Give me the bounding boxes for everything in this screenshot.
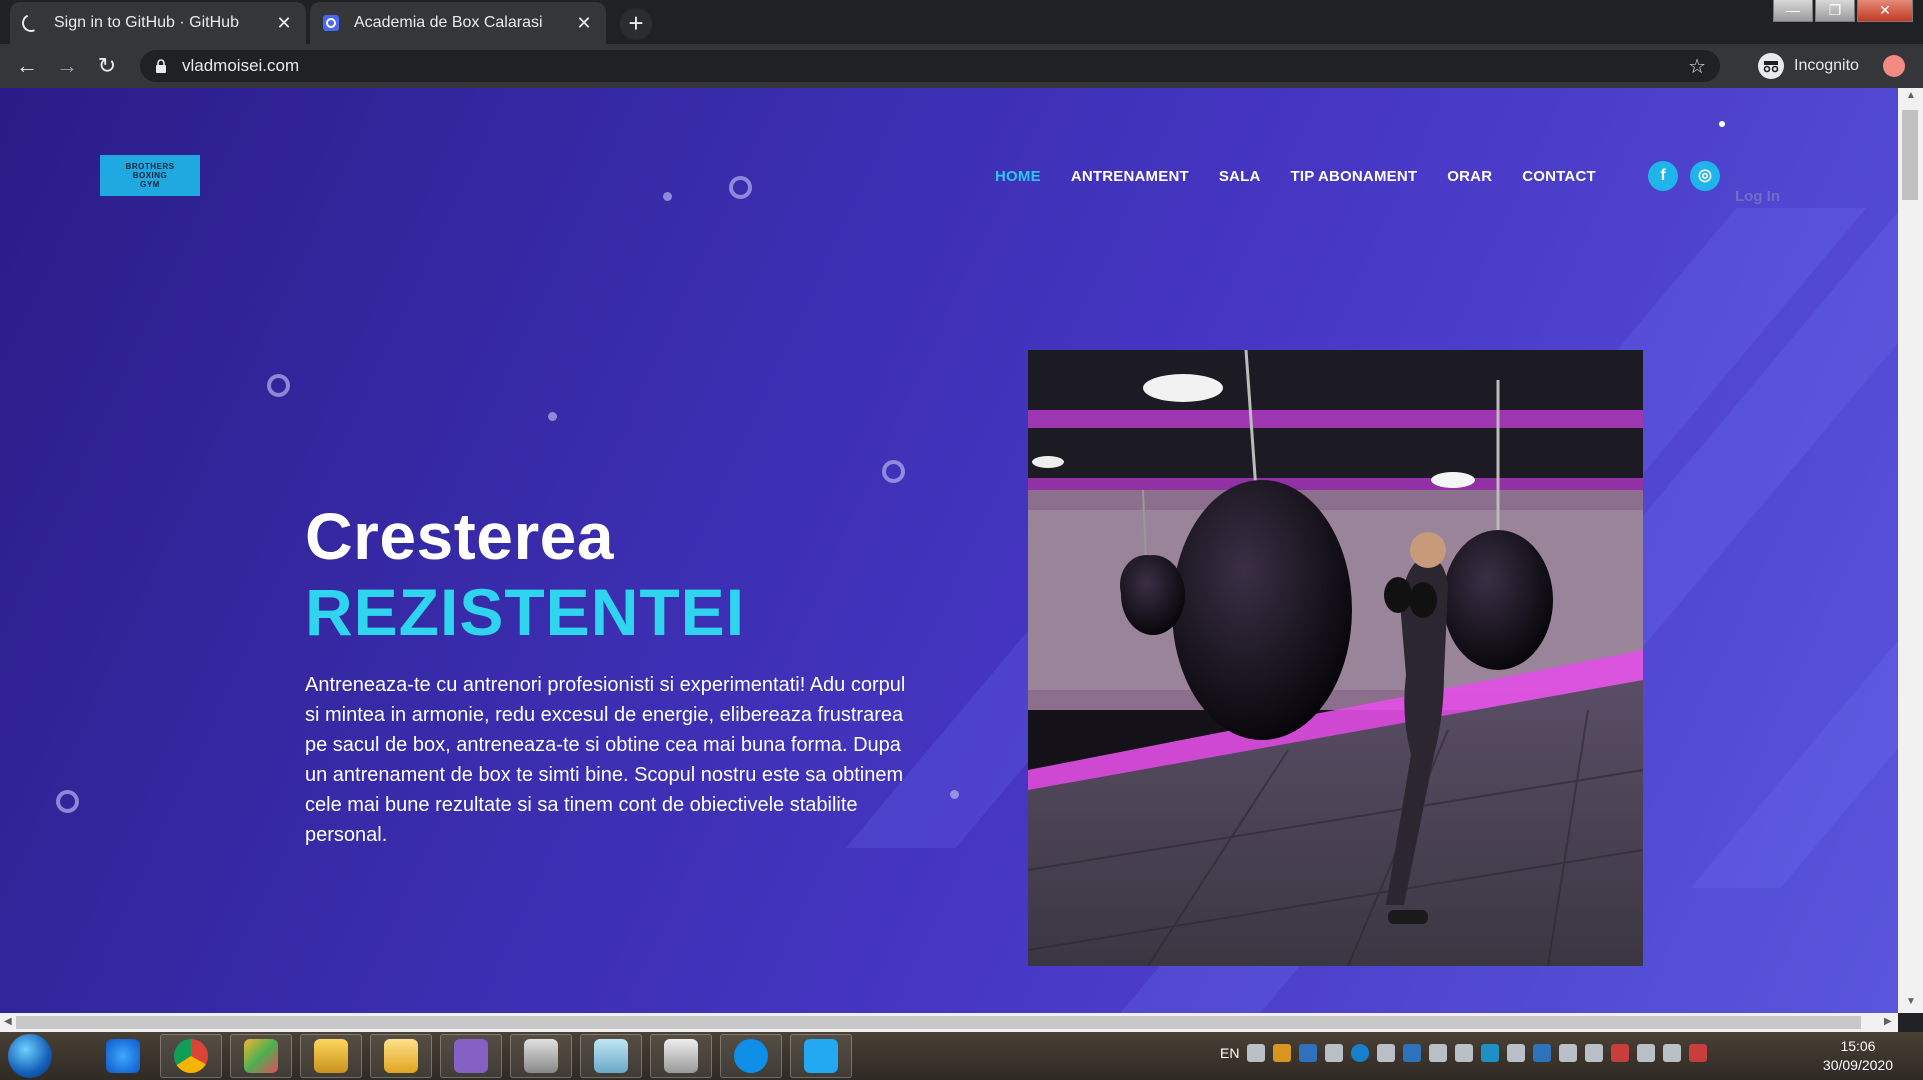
horizontal-scroll-thumb[interactable] [16, 1016, 1861, 1029]
snipping-tool-icon[interactable] [650, 1034, 712, 1078]
decor-ring [882, 460, 905, 483]
database-tool-icon[interactable] [300, 1034, 362, 1078]
tray-icon[interactable] [1611, 1044, 1630, 1062]
notepad-tool-icon[interactable] [580, 1034, 642, 1078]
tray-icon[interactable] [1377, 1044, 1396, 1062]
loading-spinner-icon [19, 11, 43, 35]
main-nav: HOME ANTRENAMENT SALA TIP ABONAMENT ORAR… [995, 168, 1626, 185]
vertical-scrollbar[interactable]: ▲ ▼ [1898, 88, 1923, 1013]
scroll-down-icon[interactable]: ▼ [1906, 996, 1916, 1007]
tray-icon[interactable] [1481, 1044, 1500, 1062]
internet-explorer-icon[interactable] [92, 1034, 154, 1078]
start-button[interactable] [8, 1034, 52, 1078]
decor-ring [729, 176, 752, 199]
tray-icon[interactable] [1325, 1044, 1344, 1062]
site-favicon-icon [322, 14, 340, 32]
clock-date: 30/09/2020 [1822, 1057, 1893, 1073]
browser-toolbar: ← → ↻ vladmoisei.com ☆ Incognito [0, 44, 1923, 88]
paint-tool-icon[interactable] [510, 1034, 572, 1078]
tray-icon[interactable] [1429, 1044, 1448, 1062]
decor-dot [663, 192, 672, 201]
language-indicator[interactable]: EN [1220, 1045, 1239, 1061]
tab-title: Academia de Box Calarasi [354, 14, 543, 31]
git-gui-icon[interactable] [230, 1034, 292, 1078]
visual-studio-icon[interactable] [440, 1034, 502, 1078]
volume-icon[interactable] [1663, 1044, 1682, 1062]
lock-icon [156, 59, 166, 73]
nav-antrenament[interactable]: ANTRENAMENT [1071, 168, 1189, 185]
logo-text: BOXING [132, 171, 168, 180]
new-tab-button[interactable]: + [620, 8, 652, 40]
logo-text: BROTHERS [125, 162, 175, 171]
clock-time: 15:06 [1840, 1038, 1876, 1054]
facebook-icon[interactable]: f [1648, 161, 1678, 191]
hero-title: Cresterea [305, 499, 615, 573]
hero-title-accent: REZISTENTEI [305, 575, 746, 649]
decor-ring [56, 790, 79, 813]
tray-icon[interactable] [1273, 1044, 1292, 1062]
hero-intro: Antreneaza-te cu antrenori profesionisti… [305, 674, 906, 846]
login-link[interactable]: Log In [1735, 188, 1780, 205]
reload-icon[interactable]: ↻ [94, 53, 120, 79]
logo-text: GYM [140, 180, 160, 189]
network-icon[interactable] [1637, 1044, 1656, 1062]
page-viewport: BROTHERS BOXING GYM HOME ANTRENAMENT SAL… [0, 88, 1898, 1013]
hero-image [1028, 350, 1643, 966]
instagram-icon[interactable]: ◎ [1690, 161, 1720, 191]
incognito-icon [1758, 53, 1784, 79]
incognito-indicator[interactable]: Incognito [1750, 50, 1867, 82]
forward-arrow-icon[interactable]: → [54, 53, 80, 79]
action-center-flag-icon[interactable] [1689, 1044, 1708, 1062]
tab-strip: Sign in to GitHub · GitHub ✕ Academia de… [0, 0, 1923, 44]
decor-dot [1719, 121, 1725, 127]
tab-github[interactable]: Sign in to GitHub · GitHub ✕ [10, 2, 306, 44]
vscode-icon[interactable] [790, 1034, 852, 1078]
nav-orar[interactable]: ORAR [1447, 168, 1492, 185]
url-text: vladmoisei.com [182, 56, 300, 75]
maximize-button[interactable]: ❐ [1815, 0, 1855, 22]
system-tray: EN [1220, 1044, 1708, 1062]
tray-icon[interactable] [1455, 1044, 1474, 1062]
decor-ring [267, 374, 290, 397]
bookmark-star-icon[interactable]: ☆ [1688, 54, 1706, 79]
tray-icon[interactable] [1559, 1044, 1578, 1062]
close-icon[interactable]: ✕ [274, 13, 294, 34]
tab-title: Sign in to GitHub · GitHub [54, 14, 239, 31]
vertical-scroll-thumb[interactable] [1902, 110, 1918, 200]
tray-icon[interactable] [1403, 1044, 1422, 1062]
tray-icon[interactable] [1247, 1044, 1266, 1062]
teamviewer-icon[interactable] [720, 1034, 782, 1078]
minimize-button[interactable]: — [1773, 0, 1813, 22]
menu-update-icon[interactable] [1883, 55, 1905, 77]
onedrive-icon[interactable] [1299, 1044, 1318, 1062]
window-controls: — ❐ ✕ [1773, 0, 1913, 22]
window-close-button[interactable]: ✕ [1857, 0, 1913, 22]
file-explorer-icon[interactable] [370, 1034, 432, 1078]
decor-dot [548, 412, 557, 421]
teamviewer-tray-icon[interactable] [1351, 1044, 1370, 1062]
bluetooth-icon[interactable] [1533, 1044, 1552, 1062]
decor-dot [950, 790, 959, 799]
close-icon[interactable]: ✕ [574, 13, 594, 34]
chrome-icon[interactable] [160, 1034, 222, 1078]
nav-sala[interactable]: SALA [1219, 168, 1261, 185]
address-bar[interactable]: vladmoisei.com ☆ [140, 50, 1720, 82]
site-logo[interactable]: BROTHERS BOXING GYM [100, 155, 200, 196]
taskbar: EN 15:06 30/09/2020 [0, 1032, 1923, 1080]
tab-academia[interactable]: Academia de Box Calarasi ✕ [310, 2, 606, 44]
bg-stripe [1690, 508, 1898, 888]
nav-home[interactable]: HOME [995, 168, 1041, 185]
tray-icon[interactable] [1507, 1044, 1526, 1062]
nav-contact[interactable]: CONTACT [1522, 168, 1596, 185]
scroll-right-icon[interactable]: ▶ [1884, 1016, 1892, 1027]
scroll-up-icon[interactable]: ▲ [1906, 90, 1916, 101]
clock[interactable]: 15:06 30/09/2020 [1823, 1037, 1893, 1075]
nav-tip-abonament[interactable]: TIP ABONAMENT [1290, 168, 1417, 185]
back-arrow-icon[interactable]: ← [14, 53, 40, 79]
horizontal-scrollbar[interactable]: ◀ ▶ [0, 1013, 1898, 1032]
incognito-label: Incognito [1794, 57, 1859, 74]
tray-icon[interactable] [1585, 1044, 1604, 1062]
scroll-left-icon[interactable]: ◀ [4, 1016, 12, 1027]
